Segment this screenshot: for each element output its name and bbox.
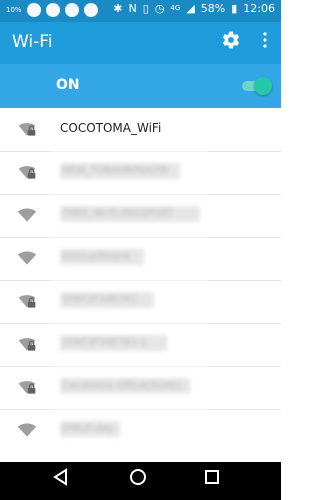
notification-icon: [64, 3, 79, 17]
notification-icon: [26, 3, 41, 17]
clock: 12:06: [243, 2, 275, 15]
nav-recents-icon[interactable]: [205, 470, 219, 484]
redaction-blur-overlay: [50, 150, 208, 440]
notification-icon: [83, 3, 98, 17]
nfc-icon: N: [128, 2, 137, 15]
wifi-lock-icon: [18, 338, 36, 351]
wifi-lock-icon: [18, 381, 36, 394]
vibrate-icon: ▯: [142, 2, 149, 15]
wifi-lock-icon: [18, 123, 36, 136]
battery-icon: ▮: [231, 2, 238, 15]
status-icons-left: 10%: [6, 3, 98, 17]
wifi-icon: [17, 208, 37, 222]
wifi-icon: [17, 251, 37, 265]
network-speed: 10%: [6, 5, 22, 14]
wifi-on-label: ON: [56, 77, 80, 93]
wifi-lock-icon: [18, 295, 36, 308]
gear-icon[interactable]: [221, 30, 241, 50]
nav-back-icon[interactable]: [52, 468, 68, 486]
status-icons-right: ✱ N ▯ ◷ 4G ◢ 58% ▮ 12:06: [113, 2, 275, 15]
wifi-toggle[interactable]: [240, 76, 272, 96]
notification-icon: [45, 3, 60, 17]
wifi-icon: [17, 423, 37, 437]
status-bar: 10% ✱ N ▯ ◷ 4G ◢ 58% ▮ 12:06: [0, 0, 281, 22]
wifi-master-switch-bar[interactable]: ON: [0, 64, 281, 108]
wifi-lock-icon: [18, 166, 36, 179]
toggle-thumb: [254, 77, 272, 95]
page-title: Wi-Fi: [12, 32, 53, 52]
nav-home-icon[interactable]: [129, 468, 147, 486]
cell-badge: 4G: [170, 4, 181, 12]
more-vert-icon[interactable]: [262, 32, 268, 48]
battery-percent: 58%: [200, 2, 226, 15]
alarm-icon: ◷: [154, 2, 165, 15]
network-ssid: COCOTOMA_WiFi: [60, 121, 162, 135]
network-item[interactable]: COCOTOMA_WiFi: [0, 108, 281, 152]
bluetooth-icon: ✱: [113, 2, 123, 15]
signal-icon: ◢: [186, 2, 195, 15]
